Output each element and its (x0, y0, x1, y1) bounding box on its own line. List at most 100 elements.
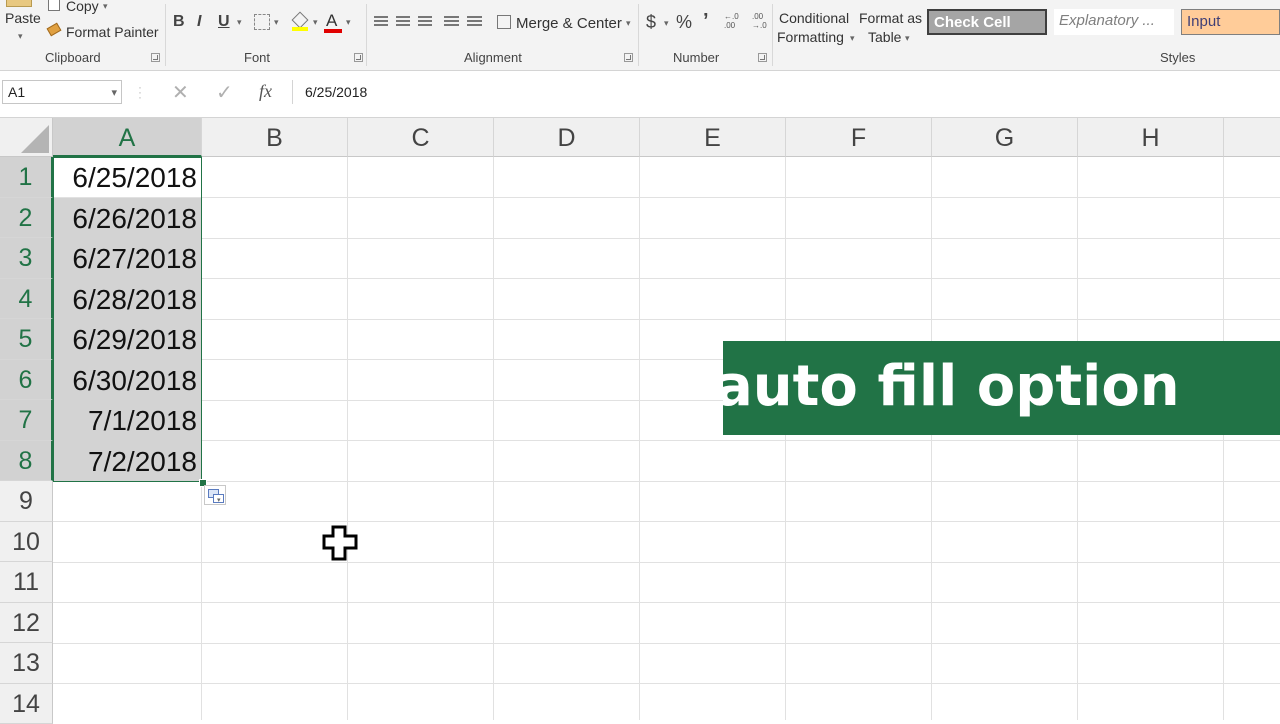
row-header-11[interactable]: 11 (0, 562, 53, 603)
row-header-3[interactable]: 3 (0, 238, 53, 279)
align-right-icon[interactable] (418, 16, 432, 28)
currency-dropdown-caret[interactable]: ▾ (664, 18, 669, 29)
cell-a5[interactable]: 6/29/2018 (53, 319, 202, 360)
style-input[interactable]: Input (1181, 9, 1280, 35)
cell-a3[interactable]: 6/27/2018 (53, 238, 202, 279)
gridline (53, 319, 1280, 320)
cell-a2[interactable]: 6/26/2018 (53, 198, 202, 239)
paste-icon (6, 0, 32, 7)
percent-button[interactable]: % (676, 12, 692, 33)
increase-indent-icon[interactable] (467, 16, 482, 28)
row-header-13[interactable]: 13 (0, 643, 53, 684)
column-header-c[interactable]: C (348, 118, 494, 157)
row-header-5[interactable]: 5 (0, 319, 53, 360)
row-header-4[interactable]: 4 (0, 279, 53, 320)
name-box-dropdown-caret[interactable]: ▾ (111, 82, 117, 104)
row-header-9[interactable]: 9 (0, 481, 53, 522)
font-color-dropdown-caret[interactable]: ▾ (346, 17, 351, 28)
row-header-12[interactable]: 12 (0, 603, 53, 644)
currency-button[interactable]: $ (646, 12, 656, 33)
select-all-corner[interactable] (0, 118, 53, 157)
paste-dropdown-caret[interactable]: ▾ (18, 31, 23, 42)
row-header-8[interactable]: 8 (0, 441, 53, 482)
format-painter-button[interactable]: Format Painter (46, 22, 162, 42)
gridline (53, 521, 1280, 522)
column-header-g[interactable]: G (932, 118, 1078, 157)
auto-fill-options-button[interactable]: ▾ (204, 485, 226, 505)
cell-a4[interactable]: 6/28/2018 (53, 279, 202, 320)
merge-center-dropdown-caret[interactable]: ▾ (626, 18, 631, 29)
fill-color-icon[interactable] (292, 11, 308, 31)
gridline (53, 197, 1280, 198)
copy-icon (48, 0, 60, 11)
comma-style-button[interactable]: ’ (703, 10, 709, 33)
alignment-dialog-launcher[interactable] (624, 53, 633, 62)
cell-a7[interactable]: 7/1/2018 (53, 400, 202, 441)
conditional-formatting-button[interactable]: Conditional Formatting ▾ (776, 8, 856, 48)
cell-a1[interactable]: 6/25/2018 (53, 157, 202, 198)
row-header-2[interactable]: 2 (0, 198, 53, 239)
increase-decimal-icon[interactable]: ←.0.00 (724, 12, 746, 34)
row-header-14[interactable]: 14 (0, 684, 53, 724)
row-header-1[interactable]: 1 (0, 157, 53, 198)
gridline (53, 440, 1280, 441)
style-check-cell-label: Check Cell (934, 14, 1011, 31)
column-header-d[interactable]: D (494, 118, 640, 157)
underline-button[interactable]: U (218, 13, 230, 31)
format-as-table-label-2: Table (868, 29, 901, 45)
format-as-table-button[interactable]: Format as Table ▾ (858, 8, 922, 48)
column-header-b[interactable]: B (202, 118, 348, 157)
italic-button[interactable]: I (197, 13, 201, 31)
row-header-7[interactable]: 7 (0, 400, 53, 441)
row-header-10[interactable]: 10 (0, 522, 53, 563)
align-center-icon[interactable] (396, 16, 410, 28)
align-left-icon[interactable] (374, 16, 388, 28)
copy-dropdown-caret[interactable]: ▾ (103, 1, 108, 12)
cell-a8[interactable]: 7/2/2018 (53, 441, 202, 482)
number-dialog-launcher[interactable] (758, 53, 767, 62)
gridline (931, 157, 932, 720)
fill-color-dropdown-caret[interactable]: ▾ (313, 17, 318, 28)
format-painter-label: Format Painter (66, 24, 159, 40)
conditional-formatting-label: Conditional (779, 10, 849, 26)
column-header-e[interactable]: E (640, 118, 786, 157)
borders-dropdown-caret[interactable]: ▾ (274, 17, 279, 28)
decrease-decimal-icon[interactable]: .00→.0 (752, 12, 774, 34)
merge-center-label: Merge & Center (516, 15, 622, 32)
insert-function-icon[interactable]: fx (259, 81, 272, 102)
column-header-f[interactable]: F (786, 118, 932, 157)
formula-bar-grip-icon[interactable]: ··· (138, 85, 142, 100)
gridline (493, 157, 494, 720)
style-input-label: Input (1187, 13, 1220, 30)
group-label-number: Number (673, 50, 719, 65)
enter-icon[interactable]: ✓ (216, 80, 233, 105)
clipboard-dialog-launcher[interactable] (151, 53, 160, 62)
style-check-cell[interactable]: Check Cell (927, 9, 1047, 35)
gridline (53, 562, 1280, 563)
font-dialog-launcher[interactable] (354, 53, 363, 62)
paste-button[interactable]: Paste ▾ (0, 0, 44, 46)
name-box[interactable]: A1 ▾ (2, 80, 122, 104)
paste-label: Paste (5, 10, 41, 26)
underline-dropdown-caret[interactable]: ▾ (237, 17, 242, 28)
font-color-icon[interactable]: A (324, 9, 342, 33)
merge-and-center-button[interactable]: Merge & Center ▾ (496, 12, 636, 34)
cell-a6[interactable]: 6/30/2018 (53, 360, 202, 401)
cell-select-cursor-icon (322, 525, 358, 561)
font-color-glyph: A (326, 11, 337, 31)
decrease-indent-icon[interactable] (444, 16, 459, 28)
gridline (1077, 157, 1078, 720)
borders-icon[interactable] (254, 14, 270, 30)
bold-button[interactable]: B (173, 13, 185, 31)
row-header-6[interactable]: 6 (0, 360, 53, 401)
cancel-icon[interactable]: ✕ (172, 80, 189, 105)
group-label-alignment: Alignment (464, 50, 522, 65)
column-header-next[interactable] (1224, 118, 1280, 157)
group-label-font: Font (244, 50, 270, 65)
formula-input[interactable]: 6/25/2018 (292, 80, 1278, 104)
gridline (639, 157, 640, 720)
column-header-a[interactable]: A (53, 118, 202, 157)
column-header-h[interactable]: H (1078, 118, 1224, 157)
worksheet-grid[interactable]: A B C D E F G H 1 2 3 4 5 6 7 8 9 10 11 … (0, 118, 1280, 720)
style-explanatory[interactable]: Explanatory ... (1054, 9, 1174, 35)
